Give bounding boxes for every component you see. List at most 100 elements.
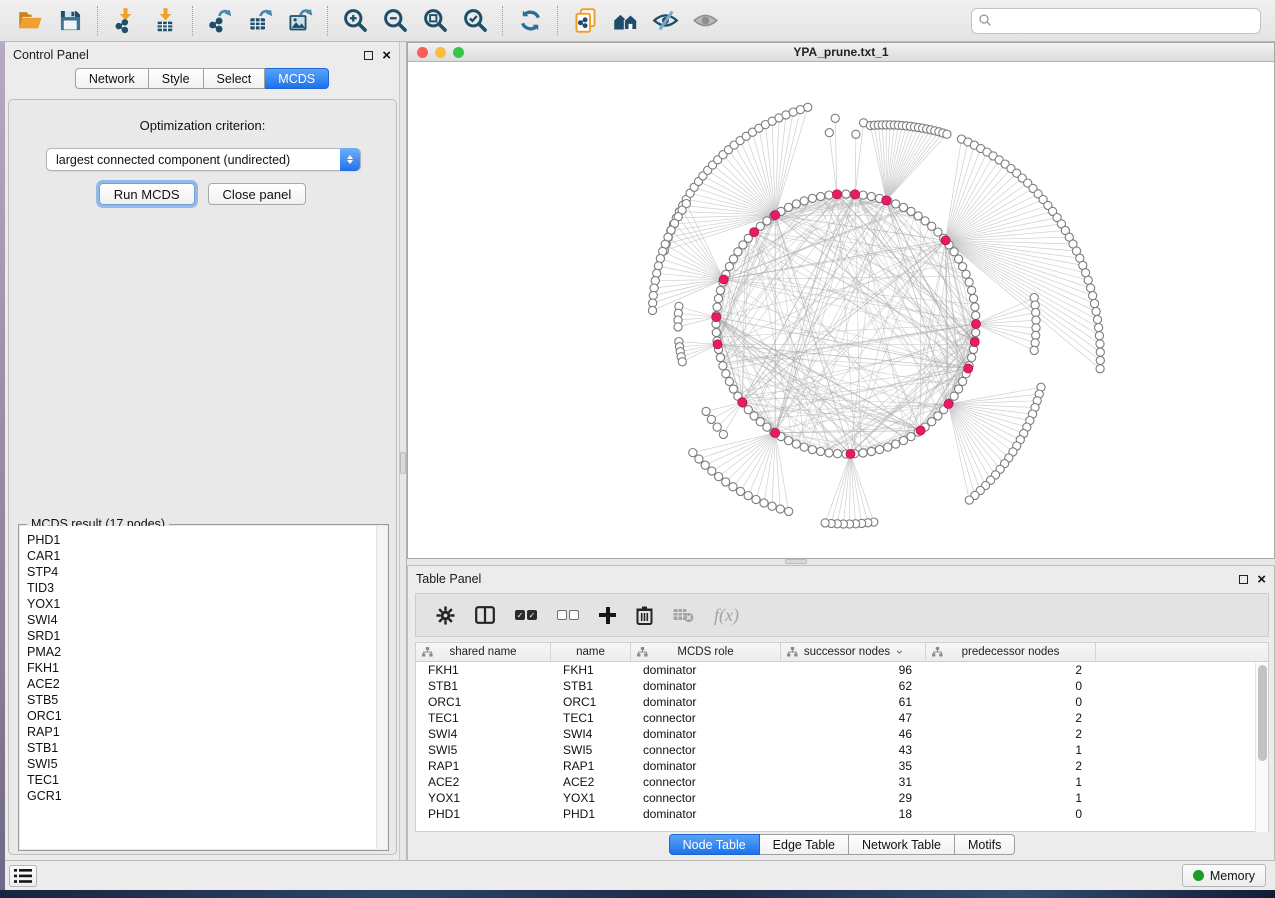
tab-node-table[interactable]: Node Table xyxy=(669,834,760,855)
delete-column-button[interactable] xyxy=(636,606,653,625)
column-header-shared-name[interactable]: shared name xyxy=(416,643,551,661)
mcds-result-item[interactable]: ORC1 xyxy=(27,708,387,724)
first-neighbors-icon xyxy=(612,7,639,34)
close-table-panel-icon[interactable]: × xyxy=(1257,575,1266,584)
network-titlebar[interactable]: YPA_prune.txt_1 xyxy=(408,43,1274,62)
export-network-button[interactable] xyxy=(200,4,240,38)
column-header-successor-nodes[interactable]: successor nodes› xyxy=(781,643,926,661)
result-scrollbar[interactable] xyxy=(376,526,387,849)
mcds-result-item[interactable]: SRD1 xyxy=(27,628,387,644)
show-all-button[interactable] xyxy=(685,4,725,38)
float-panel-icon[interactable] xyxy=(364,51,373,60)
table-row[interactable]: ORC1ORC1dominator610 xyxy=(416,694,1268,710)
control-panel-titlebar: Control Panel × xyxy=(5,42,399,68)
optimization-criterion-select[interactable]: largest connected component (undirected) xyxy=(46,148,361,171)
memory-label: Memory xyxy=(1210,869,1255,883)
deselect-all-rows-button[interactable] xyxy=(557,610,579,620)
column-layout-button[interactable] xyxy=(475,606,495,624)
import-network-icon xyxy=(112,7,139,34)
mcds-result-item[interactable]: RAP1 xyxy=(27,724,387,740)
run-mcds-button[interactable]: Run MCDS xyxy=(99,183,195,205)
table-settings-button[interactable] xyxy=(436,606,455,625)
export-image-button[interactable] xyxy=(280,4,320,38)
add-column-button[interactable] xyxy=(599,607,616,624)
table-row[interactable]: RAP1RAP1dominator352 xyxy=(416,758,1268,774)
close-panel-icon[interactable]: × xyxy=(382,51,391,60)
column-header-name[interactable]: name xyxy=(551,643,631,661)
table-row[interactable]: TEC1TEC1connector472 xyxy=(416,710,1268,726)
cell-successor-nodes: 61 xyxy=(781,695,926,709)
table-scrollbar[interactable] xyxy=(1255,663,1268,832)
column-type-icon xyxy=(637,647,648,657)
table-row[interactable]: YOX1YOX1connector291 xyxy=(416,790,1268,806)
open-file-button[interactable] xyxy=(10,4,50,38)
vertical-splitter-handle[interactable] xyxy=(400,452,406,474)
mcds-result-item[interactable]: YOX1 xyxy=(27,596,387,612)
close-panel-button[interactable]: Close panel xyxy=(208,183,307,205)
table-toolbar: ✓✓f(x) xyxy=(415,593,1269,637)
cell-shared-name: ACE2 xyxy=(416,775,551,789)
mcds-result-item[interactable]: TID3 xyxy=(27,580,387,596)
tab-network[interactable]: Network xyxy=(75,68,149,89)
zoom-out-button[interactable] xyxy=(375,4,415,38)
zoom-in-button[interactable] xyxy=(335,4,375,38)
mcds-result-item[interactable]: STP4 xyxy=(27,564,387,580)
float-table-panel-icon[interactable] xyxy=(1239,575,1248,584)
first-neighbors-button[interactable] xyxy=(605,4,645,38)
mcds-result-item[interactable]: SWI5 xyxy=(27,756,387,772)
zoom-selected-button[interactable] xyxy=(455,4,495,38)
mcds-result-item[interactable]: CAR1 xyxy=(27,548,387,564)
memory-button[interactable]: Memory xyxy=(1182,864,1266,887)
table-row[interactable]: FKH1FKH1dominator962 xyxy=(416,662,1268,678)
mcds-result-item[interactable]: TEC1 xyxy=(27,772,387,788)
tab-edge-table[interactable]: Edge Table xyxy=(760,834,849,855)
table-panel: Table Panel × ✓✓f(x) shared namenameMCDS… xyxy=(407,565,1275,860)
cell-predecessor-nodes: 2 xyxy=(926,727,1096,741)
hide-selected-button[interactable] xyxy=(645,4,685,38)
tab-select[interactable]: Select xyxy=(204,68,266,89)
network-graph[interactable] xyxy=(408,62,1274,558)
cell-name: SWI5 xyxy=(551,743,631,757)
import-table-button[interactable] xyxy=(145,4,185,38)
main-toolbar xyxy=(0,0,1275,42)
table-row[interactable]: SWI5SWI5connector431 xyxy=(416,742,1268,758)
horizontal-splitter-handle[interactable] xyxy=(785,559,807,564)
table-scrollbar-thumb[interactable] xyxy=(1258,665,1267,761)
mcds-result-item[interactable]: PHD1 xyxy=(27,532,387,548)
table-row[interactable]: STB1STB1dominator620 xyxy=(416,678,1268,694)
task-history-button[interactable] xyxy=(9,865,37,887)
network-view-window: YPA_prune.txt_1 xyxy=(407,42,1275,559)
tab-motifs[interactable]: Motifs xyxy=(955,834,1015,855)
mcds-result-item[interactable]: FKH1 xyxy=(27,660,387,676)
column-header-MCDS-role[interactable]: MCDS role xyxy=(631,643,781,661)
mcds-result-item[interactable]: STB5 xyxy=(27,692,387,708)
search-input[interactable] xyxy=(993,14,1254,28)
vertical-splitter[interactable] xyxy=(400,42,407,860)
node-table-header: shared namenameMCDS rolesuccessor nodes›… xyxy=(416,643,1268,662)
export-table-button[interactable] xyxy=(240,4,280,38)
table-row[interactable]: PHD1PHD1dominator180 xyxy=(416,806,1268,822)
mcds-result-list[interactable]: PHD1CAR1STP4TID3YOX1SWI4SRD1PMA2FKH1ACE2… xyxy=(20,526,387,849)
mcds-result-item[interactable]: GCR1 xyxy=(27,788,387,804)
refresh-button[interactable] xyxy=(510,4,550,38)
table-row[interactable]: ACE2ACE2connector311 xyxy=(416,774,1268,790)
sort-descending-icon: › xyxy=(893,650,907,654)
search-icon xyxy=(978,13,993,28)
select-all-rows-button[interactable]: ✓✓ xyxy=(515,610,537,620)
tab-style[interactable]: Style xyxy=(149,68,204,89)
tab-network-table[interactable]: Network Table xyxy=(849,834,955,855)
search-box[interactable] xyxy=(971,8,1261,34)
column-header-predecessor-nodes[interactable]: predecessor nodes xyxy=(926,643,1096,661)
network-canvas[interactable] xyxy=(408,62,1274,558)
table-row[interactable]: SWI4SWI4dominator462 xyxy=(416,726,1268,742)
cell-predecessor-nodes: 0 xyxy=(926,679,1096,693)
mcds-result-item[interactable]: PMA2 xyxy=(27,644,387,660)
new-network-from-selection-button[interactable] xyxy=(565,4,605,38)
save-session-button[interactable] xyxy=(50,4,90,38)
import-network-button[interactable] xyxy=(105,4,145,38)
mcds-result-item[interactable]: SWI4 xyxy=(27,612,387,628)
tab-mcds[interactable]: MCDS xyxy=(265,68,329,89)
mcds-result-item[interactable]: ACE2 xyxy=(27,676,387,692)
mcds-result-item[interactable]: STB1 xyxy=(27,740,387,756)
zoom-fit-button[interactable] xyxy=(415,4,455,38)
